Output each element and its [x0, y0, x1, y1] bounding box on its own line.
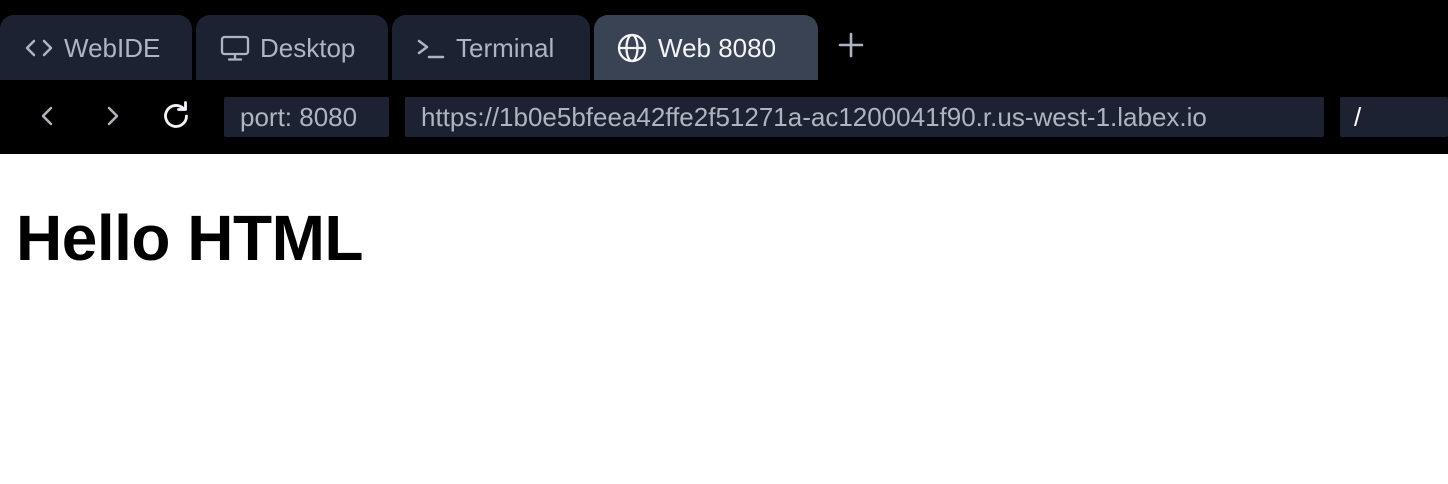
tab-webide[interactable]: WebIDE: [0, 15, 192, 80]
tab-label: Desktop: [260, 32, 356, 63]
port-field[interactable]: port: 8080: [224, 97, 389, 137]
url-field[interactable]: https://1b0e5bfeea42ffe2f51271a-ac120004…: [405, 97, 1324, 137]
tab-label: Terminal: [456, 32, 555, 63]
chevron-right-icon: [100, 104, 124, 133]
tab-terminal[interactable]: Terminal: [392, 15, 590, 80]
terminal-icon: [416, 33, 446, 63]
tab-label: WebIDE: [64, 32, 161, 63]
new-tab-button[interactable]: [834, 30, 868, 64]
back-button[interactable]: [28, 98, 68, 138]
globe-icon: [616, 32, 648, 64]
page-heading: Hello HTML: [16, 202, 363, 274]
web-content: Hello HTML: [0, 154, 1448, 484]
plus-icon: [838, 32, 864, 63]
reload-button[interactable]: [156, 98, 196, 138]
tab-bar: WebIDE Desktop Terminal Web 8080: [0, 0, 1448, 80]
reload-icon: [159, 99, 193, 138]
forward-button[interactable]: [92, 98, 132, 138]
code-icon: [24, 33, 54, 63]
navigation-bar: port: 8080 https://1b0e5bfeea42ffe2f5127…: [0, 80, 1448, 154]
tab-web-8080[interactable]: Web 8080: [594, 15, 818, 80]
chevron-left-icon: [36, 104, 60, 133]
tab-desktop[interactable]: Desktop: [196, 15, 388, 80]
monitor-icon: [220, 33, 250, 63]
path-input[interactable]: /: [1340, 97, 1448, 137]
tab-label: Web 8080: [658, 32, 777, 63]
